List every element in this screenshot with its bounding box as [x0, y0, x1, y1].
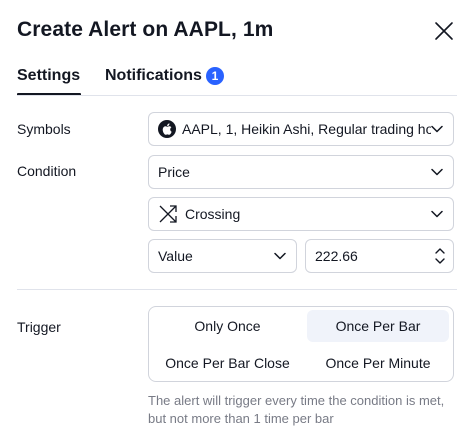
value-stepper[interactable] [435, 247, 445, 265]
tab-settings[interactable]: Settings [17, 67, 80, 85]
notifications-badge: 1 [206, 67, 224, 85]
apple-icon [158, 120, 176, 138]
tabs-divider [17, 95, 457, 96]
condition-value: Price [158, 164, 190, 180]
trigger-label: Trigger [17, 319, 61, 335]
chevron-down-icon [274, 252, 286, 260]
chevron-down-icon [431, 210, 443, 218]
symbols-label: Symbols [17, 121, 71, 137]
chevron-down-icon [431, 168, 443, 176]
chevron-up-icon[interactable] [435, 247, 445, 254]
trigger-option-only-once[interactable]: Only Once [153, 310, 302, 342]
trigger-option-once-per-bar[interactable]: Once Per Bar [307, 310, 449, 342]
condition-label: Condition [17, 163, 77, 179]
tab-notifications[interactable]: Notifications [105, 67, 202, 85]
target-value-input[interactable]: 222.66 [305, 239, 454, 273]
trigger-options: Only Once Once Per Bar Once Per Bar Clos… [148, 306, 454, 382]
close-icon[interactable] [433, 20, 455, 42]
trigger-hint: The alert will trigger every time the co… [148, 393, 445, 426]
target-type-select[interactable]: Value [148, 239, 297, 273]
chevron-down-icon[interactable] [435, 258, 445, 265]
target-value-text[interactable]: 222.66 [315, 248, 435, 264]
crossing-icon [159, 205, 177, 223]
target-type-value: Value [158, 248, 193, 264]
close-button[interactable] [433, 20, 455, 42]
chevron-down-icon [431, 125, 443, 133]
trigger-option-once-per-bar-close[interactable]: Once Per Bar Close [153, 347, 302, 379]
symbols-select[interactable]: AAPL, 1, Heikin Ashi, Regular trading ho… [148, 112, 454, 146]
operator-value: Crossing [185, 206, 241, 222]
section-divider [17, 289, 457, 290]
operator-select[interactable]: Crossing [148, 197, 454, 231]
dialog-title: Create Alert on AAPL, 1m [17, 18, 274, 41]
condition-select[interactable]: Price [148, 155, 454, 189]
symbols-value: AAPL, 1, Heikin Ashi, Regular trading ho… [182, 121, 431, 137]
trigger-option-once-per-minute[interactable]: Once Per Minute [307, 347, 449, 379]
